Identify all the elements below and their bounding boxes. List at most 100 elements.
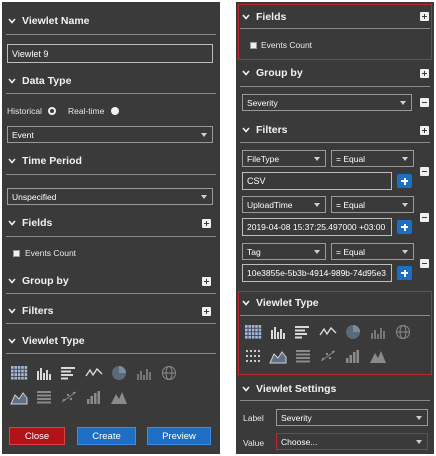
add-filter-value-icon[interactable] [397, 174, 412, 188]
caret-down-icon [400, 101, 406, 105]
filter-value-input[interactable]: 10e3855e-5b3b-4914-989b-74d95e3 [242, 264, 392, 282]
left-viewlet-panel: Viewlet Name Viewlet 9 Data Type Histori… [2, 2, 220, 454]
add-filter-value-icon[interactable] [397, 220, 412, 234]
remove-filter-icon[interactable] [420, 213, 429, 222]
bar-chart-icon[interactable] [35, 365, 53, 381]
divider [6, 174, 216, 175]
events-count-checkbox[interactable] [250, 42, 257, 49]
fields-header[interactable]: Fields [2, 214, 220, 232]
right-viewlet-panel: Fields Events Count Group by Severity Fi… [236, 2, 434, 454]
select-value: UploadTime [247, 199, 293, 210]
close-button[interactable]: Close [9, 427, 65, 445]
chevron-down-icon [242, 300, 250, 306]
filter-value-input[interactable]: 2019-04-08 15:37:25.497000 +03:00 [242, 218, 392, 236]
remove-filter-icon[interactable] [420, 259, 429, 268]
line-chart-icon[interactable] [85, 365, 103, 381]
filter-field-select[interactable]: FileType [242, 150, 326, 167]
heatmap-icon[interactable] [244, 324, 262, 340]
label-caption: Label [243, 413, 264, 423]
divider [6, 323, 216, 324]
events-count-checkbox[interactable] [13, 250, 20, 257]
group-by-header[interactable]: Group by [2, 272, 220, 290]
caret-down-icon [314, 157, 320, 161]
section-title: Viewlet Type [22, 335, 85, 347]
realtime-radio[interactable] [111, 107, 119, 115]
label-select[interactable]: Severity [276, 409, 428, 426]
caret-down-icon [416, 416, 422, 420]
area-chart-icon[interactable] [269, 348, 287, 364]
globe-icon[interactable] [394, 324, 412, 340]
viewlet-type-header[interactable]: Viewlet Type [2, 332, 220, 350]
preview-button[interactable]: Preview [147, 427, 211, 445]
group-by-select[interactable]: Severity [242, 94, 412, 111]
remove-filter-icon[interactable] [420, 167, 429, 176]
section-title: Filters [22, 305, 54, 317]
filter-field-select[interactable]: Tag [242, 243, 326, 260]
caret-down-icon [416, 440, 422, 444]
pie-chart-icon[interactable] [110, 365, 128, 381]
divider [6, 293, 216, 294]
group-by-header[interactable]: Group by [236, 64, 434, 82]
time-period-select[interactable]: Unspecified [7, 188, 213, 205]
list-icon[interactable] [294, 348, 312, 364]
value-select[interactable]: Choose... [276, 433, 428, 450]
events-count-label: Events Count [261, 40, 313, 50]
line-chart-icon[interactable] [319, 324, 337, 340]
scatter-icon[interactable] [60, 389, 78, 405]
add-filter-icon[interactable] [420, 126, 429, 135]
chevron-down-icon [242, 14, 250, 20]
horizontal-bar-icon[interactable] [294, 324, 312, 340]
heatmap-icon[interactable] [10, 365, 28, 381]
realtime-label: Real-time [68, 106, 105, 116]
filter-operator-select[interactable]: = Equal [331, 243, 414, 260]
create-button[interactable]: Create [77, 427, 136, 445]
filter-value-input[interactable]: CSV [242, 172, 392, 190]
step-bar-icon[interactable] [85, 389, 103, 405]
area-chart-icon[interactable] [10, 389, 28, 405]
time-period-header[interactable]: Time Period [2, 152, 220, 170]
viewlet-type-header[interactable]: Viewlet Type [236, 294, 434, 312]
caret-down-icon [201, 133, 207, 137]
chevron-down-icon [8, 18, 16, 24]
scatter-icon[interactable] [319, 348, 337, 364]
add-field-icon[interactable] [202, 219, 211, 228]
historical-radio[interactable] [48, 107, 56, 115]
add-filter-value-icon[interactable] [397, 266, 412, 280]
divider [6, 353, 216, 354]
section-title: Time Period [22, 155, 82, 167]
step-bar-icon[interactable] [344, 348, 362, 364]
add-filter-icon[interactable] [202, 307, 211, 316]
chevron-down-icon [242, 386, 250, 392]
filter-field-select[interactable]: UploadTime [242, 196, 326, 213]
mountain-icon[interactable] [110, 389, 128, 405]
data-type-select[interactable]: Event [7, 126, 213, 143]
filter-operator-select[interactable]: = Equal [331, 196, 414, 213]
viewlet-name-input[interactable]: Viewlet 9 [7, 44, 213, 63]
add-group-by-icon[interactable] [202, 277, 211, 286]
caret-down-icon [314, 250, 320, 254]
horizontal-bar-icon[interactable] [60, 365, 78, 381]
dot-matrix-icon[interactable] [244, 348, 262, 364]
select-value: Severity [281, 412, 312, 423]
filter-operator-select[interactable]: = Equal [331, 150, 414, 167]
remove-group-by-icon[interactable] [420, 98, 429, 107]
data-type-header[interactable]: Data Type [2, 72, 220, 90]
add-group-by-icon[interactable] [420, 69, 429, 78]
column-icon[interactable] [369, 324, 387, 340]
filters-header[interactable]: Filters [236, 121, 434, 139]
divider [6, 236, 216, 237]
bar-chart-icon[interactable] [269, 324, 287, 340]
mountain-icon[interactable] [369, 348, 387, 364]
viewlet-settings-header[interactable]: Viewlet Settings [236, 380, 434, 398]
filters-header[interactable]: Filters [2, 302, 220, 320]
list-icon[interactable] [35, 389, 53, 405]
add-field-icon[interactable] [420, 12, 429, 21]
section-title: Viewlet Name [22, 15, 90, 27]
section-title: Fields [256, 11, 287, 23]
pie-chart-icon[interactable] [344, 324, 362, 340]
fields-header[interactable]: Fields [236, 8, 434, 26]
column-icon[interactable] [135, 365, 153, 381]
globe-icon[interactable] [160, 365, 178, 381]
viewlet-name-header[interactable]: Viewlet Name [2, 12, 220, 30]
caret-down-icon [402, 203, 408, 207]
